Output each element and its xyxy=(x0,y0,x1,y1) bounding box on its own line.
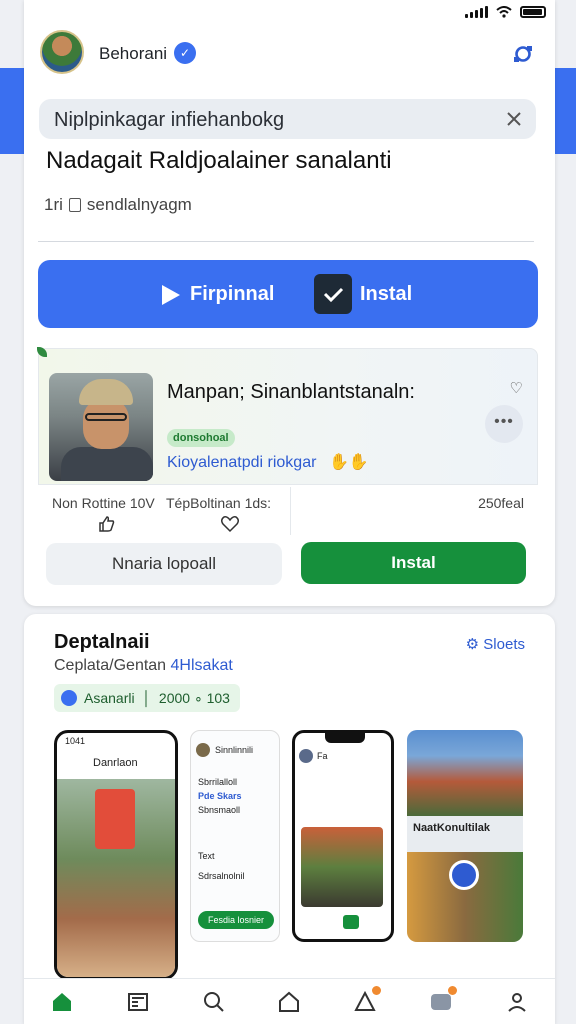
section-subtitle: Ceplata/Gentan 4Hlsakat xyxy=(54,657,233,675)
shot2-line3: Sbnsmaoll xyxy=(198,805,241,815)
shot1-time: 1041 xyxy=(65,736,86,746)
battery-icon xyxy=(520,6,546,18)
news-icon[interactable] xyxy=(126,990,150,1014)
profile-icon[interactable] xyxy=(505,990,529,1014)
shot4-photo-top xyxy=(407,730,523,816)
search-icon[interactable] xyxy=(202,990,226,1014)
refresh-icon[interactable] xyxy=(513,44,533,64)
signal-icon xyxy=(465,6,488,18)
secondary-button[interactable]: Nnaria lopoall xyxy=(46,543,282,585)
shot1-title: Danrlaon xyxy=(93,757,138,769)
gear-icon: ⚙ xyxy=(465,636,484,653)
play-button-label[interactable]: Firpinnal xyxy=(190,283,274,306)
screenshot-3[interactable]: Fa xyxy=(292,730,394,942)
shot2-line4: Text xyxy=(198,851,215,861)
rating-pill: Asanarli │ 2000 ∘ 103 xyxy=(54,684,240,712)
bottom-nav xyxy=(24,978,555,1024)
stat-middle: TépBoltinan 1ds: xyxy=(166,495,272,511)
section-title: Deptalnaii xyxy=(54,631,150,653)
screenshot-2[interactable]: Sinnlinnili Sbrrilalloll Pde Skars Sbnsm… xyxy=(190,730,280,942)
shot3-title: Fa xyxy=(317,751,328,761)
heart-icon[interactable] xyxy=(220,515,240,533)
shot4-badge xyxy=(449,860,479,890)
feature-chip: donsohoal xyxy=(167,429,235,447)
play-icon[interactable] xyxy=(162,285,180,305)
rating-value: 2000 ∘ 103 xyxy=(158,690,230,706)
shot3-photo xyxy=(301,827,383,907)
check-icon xyxy=(61,690,77,706)
stat-left: Non Rottine 10V xyxy=(52,495,155,511)
search-bar[interactable]: Niplpinkagar infiehanbokg xyxy=(39,99,536,139)
shot3-avatar xyxy=(299,749,313,763)
shot2-button[interactable]: Fesdia losnier xyxy=(198,911,274,929)
stats-row: Non Rottine 10V TépBoltinan 1ds: 250feal xyxy=(38,484,538,536)
subtitle-text: Ceplata/Gentan xyxy=(54,657,167,674)
shot1-poster xyxy=(95,789,135,849)
divider xyxy=(38,241,534,242)
check-icon[interactable] xyxy=(314,274,352,314)
screenshot-4[interactable]: NaatKonultilak xyxy=(407,730,523,942)
shot2-line1: Sbrrilalloll xyxy=(198,777,238,787)
stat-divider xyxy=(290,487,291,535)
subline: 1ri sendlalnyagm xyxy=(44,195,192,215)
primary-cta-bar[interactable]: Firpinnal Instal xyxy=(38,260,538,328)
status-bar xyxy=(0,0,576,26)
subline-text: sendlalnyagm xyxy=(86,195,192,214)
lock-icon xyxy=(68,198,81,212)
feature-portrait-image xyxy=(49,373,153,481)
install-cta-label[interactable]: Instal xyxy=(360,283,412,306)
wifi-icon xyxy=(496,6,512,18)
subline-prefix: 1ri xyxy=(44,195,63,214)
home-icon[interactable] xyxy=(50,990,74,1014)
app-header-card: Behorani ✓ Niplpinkagar infiehanbokg Nad… xyxy=(24,0,555,606)
shot2-title: Sinnlinnili xyxy=(215,745,254,755)
screenshot-1[interactable]: 1041 Danrlaon xyxy=(54,730,178,980)
app-avatar[interactable] xyxy=(40,30,84,74)
feature-title: Manpan; Sinanblantstanaln: xyxy=(167,381,415,403)
feature-link[interactable]: Kioyalenatpdi riokgar xyxy=(167,454,316,472)
heart-icon[interactable]: ♡ xyxy=(510,379,523,397)
notification-badge xyxy=(372,985,382,995)
shot4-title: NaatKonultilak xyxy=(413,822,491,834)
stat-right: 250feal xyxy=(478,495,524,511)
wave-emoji-icon: ✋✋ xyxy=(329,454,369,471)
shot2-avatar xyxy=(196,743,210,757)
leaf-icon xyxy=(37,347,47,357)
close-icon[interactable] xyxy=(504,109,524,129)
games-badge xyxy=(448,985,458,995)
page-headline: Nadagait Raldjoalainer sanalanti xyxy=(46,147,392,174)
more-icon[interactable]: ••• xyxy=(485,405,523,443)
see-all-link[interactable]: ⚙ Sloets xyxy=(466,635,525,653)
see-all-label[interactable]: Sloets xyxy=(483,636,525,653)
notifications-icon[interactable] xyxy=(353,985,382,1014)
shot3-button[interactable] xyxy=(343,915,359,929)
shot3-notch xyxy=(325,733,365,743)
install-button[interactable]: Instal xyxy=(301,542,526,584)
shot2-line2: Pde Skars xyxy=(198,791,242,801)
details-card: Deptalnaii ⚙ Sloets Ceplata/Gentan 4Hlsa… xyxy=(24,614,555,1024)
games-icon[interactable] xyxy=(429,985,458,1014)
app-name: Behorani xyxy=(99,44,168,63)
house-icon[interactable] xyxy=(277,990,301,1014)
shot2-line5: Sdrsalnolnil xyxy=(198,871,245,881)
search-input[interactable]: Niplpinkagar infiehanbokg xyxy=(54,109,284,132)
rating-label: Asanarli xyxy=(84,690,135,706)
thumbs-up-icon[interactable] xyxy=(98,515,116,533)
subtitle-accent[interactable]: 4Hlsakat xyxy=(171,657,233,674)
verified-badge-icon: ✓ xyxy=(174,42,196,64)
